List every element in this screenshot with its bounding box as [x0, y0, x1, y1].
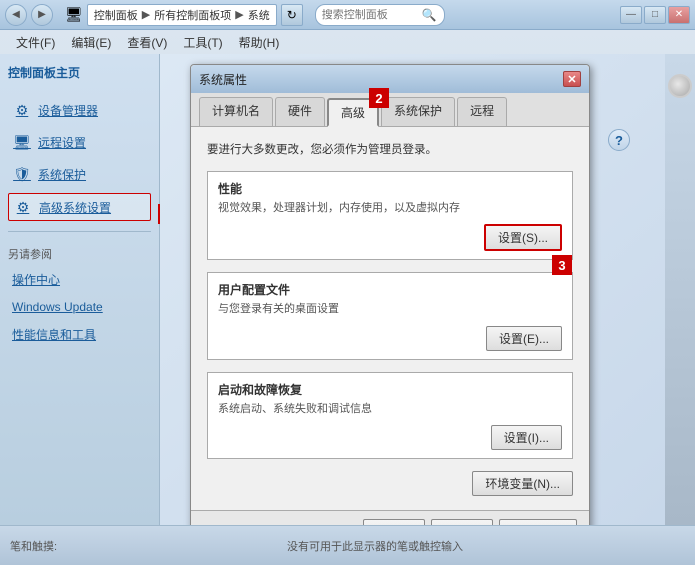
minimize-button[interactable]: —: [620, 6, 642, 24]
performance-desc: 视觉效果，处理器计划，内存使用，以及虚拟内存: [218, 201, 562, 216]
action-center-label: 操作中心: [12, 271, 60, 288]
status-value: 没有可用于此显示器的笔或触控输入: [65, 538, 685, 554]
status-bar: 笔和触摸: 没有可用于此显示器的笔或触控输入: [0, 525, 695, 565]
back-button[interactable]: ◀: [5, 4, 27, 26]
dialog-title-bar: 系统属性 ✕: [191, 65, 589, 93]
sidebar-label-protection: 系统保护: [38, 166, 86, 183]
menu-tools[interactable]: 工具(T): [175, 31, 230, 54]
dialog-tabs: 计算机名 硬件 高级 2 系统保护 远程: [191, 93, 589, 127]
menu-file[interactable]: 文件(F): [8, 31, 63, 54]
maximize-button[interactable]: □: [644, 6, 666, 24]
protection-icon: 🛡: [12, 164, 32, 184]
performance-btn-row: 设置(S)... 3: [218, 224, 562, 251]
close-button[interactable]: ✕: [668, 6, 690, 24]
search-input[interactable]: [322, 9, 422, 21]
menu-bar: 文件(F) 编辑(E) 查看(V) 工具(T) 帮助(H): [0, 30, 695, 54]
menu-view[interactable]: 查看(V): [119, 31, 175, 54]
tab-hardware[interactable]: 硬件: [275, 97, 325, 126]
remote-icon: 🖥: [12, 132, 32, 152]
performance-section: 性能 视觉效果，处理器计划，内存使用，以及虚拟内存 设置(S)... 3: [207, 171, 573, 260]
user-profiles-title: 用户配置文件: [218, 281, 562, 298]
cd-icon: [668, 74, 692, 98]
env-variables-button[interactable]: 环境变量(N)...: [472, 471, 573, 496]
sidebar-label-remote: 远程设置: [38, 134, 86, 151]
content-area: 控制面板主页 ⚙ 设备管理器 🖥 远程设置 🛡 系统保护 ⚙ 高级系统设置 1 …: [0, 54, 695, 525]
annotation-3: 3: [552, 255, 572, 275]
cancel-button[interactable]: 取消: [431, 519, 493, 525]
dialog-footer: 确定 取消 应用(A): [191, 510, 589, 525]
title-bar: ◀ ▶ 🖥 控制面板 ▶ 所有控制面板项 ▶ 系统 ↻ 🔍 — □: [0, 0, 695, 30]
title-bar-left: ◀ ▶ 🖥 控制面板 ▶ 所有控制面板项 ▶ 系统 ↻ 🔍: [5, 4, 445, 26]
path-sep-2: ▶: [235, 8, 243, 21]
tab-advanced[interactable]: 高级 2: [327, 98, 379, 127]
sidebar-item-devices[interactable]: ⚙ 设备管理器: [8, 97, 151, 123]
sidebar-divider: [8, 231, 151, 232]
annotation-2: 2: [369, 88, 389, 108]
sidebar-item-remote[interactable]: 🖥 远程设置: [8, 129, 151, 155]
startup-recovery-settings-button[interactable]: 设置(I)...: [491, 425, 562, 450]
main-window: ◀ ▶ 🖥 控制面板 ▶ 所有控制面板项 ▶ 系统 ↻ 🔍 — □: [0, 0, 695, 565]
path-part-3: 系统: [248, 7, 270, 23]
performance-settings-button[interactable]: 设置(S)...: [484, 224, 562, 251]
main-panel: ? 系统属性 ✕ 计算机名 硬件 高级: [160, 54, 665, 525]
device-manager-icon: ⚙: [12, 100, 32, 120]
search-box[interactable]: 🔍: [315, 4, 445, 26]
menu-help[interactable]: 帮助(H): [231, 31, 288, 54]
system-properties-dialog: 系统属性 ✕ 计算机名 硬件 高级 2 系统保护 远程: [190, 64, 590, 525]
tab-advanced-label: 高级: [341, 106, 365, 120]
path-part-2: 所有控制面板项: [154, 7, 231, 23]
dialog-title: 系统属性: [199, 71, 247, 88]
startup-recovery-desc: 系统启动、系统失败和调试信息: [218, 402, 562, 417]
sidebar-item-protection[interactable]: 🛡 系统保护: [8, 161, 151, 187]
refresh-button[interactable]: ↻: [281, 4, 303, 26]
ok-button[interactable]: 确定: [363, 519, 425, 525]
path-part-1: 控制面板: [94, 7, 138, 23]
status-label: 笔和触摸:: [10, 538, 57, 554]
user-profiles-btn-row: 设置(E)...: [218, 326, 562, 351]
user-profiles-settings-button[interactable]: 设置(E)...: [486, 326, 562, 351]
user-profiles-desc: 与您登录有关的桌面设置: [218, 302, 562, 317]
right-strip: [665, 54, 695, 525]
tab-remote[interactable]: 远程: [457, 97, 507, 126]
sidebar-link-action-center[interactable]: 操作中心: [8, 268, 151, 291]
advanced-icon: ⚙: [13, 197, 33, 217]
dialog-note: 要进行大多数更改，您必须作为管理员登录。: [207, 141, 573, 157]
sidebar: 控制面板主页 ⚙ 设备管理器 🖥 远程设置 🛡 系统保护 ⚙ 高级系统设置 1 …: [0, 54, 160, 525]
path-sep-1: ▶: [142, 8, 150, 21]
sidebar-header: 控制面板主页: [8, 64, 151, 85]
startup-recovery-title: 启动和故障恢复: [218, 381, 562, 398]
sidebar-label-devices: 设备管理器: [38, 102, 98, 119]
dialog-overlay: 系统属性 ✕ 计算机名 硬件 高级 2 系统保护 远程: [160, 54, 665, 525]
dialog-close-button[interactable]: ✕: [563, 71, 581, 87]
performance-label: 性能信息和工具: [12, 326, 96, 343]
tab-computer-name[interactable]: 计算机名: [199, 97, 273, 126]
startup-recovery-btn-row: 设置(I)...: [218, 425, 562, 450]
search-icon: 🔍: [422, 8, 437, 22]
sidebar-label-advanced: 高级系统设置: [39, 199, 111, 216]
sidebar-section-title: 另请参阅: [8, 246, 151, 262]
tab-system-protection[interactable]: 系统保护: [381, 97, 455, 126]
title-controls: — □ ✕: [620, 6, 690, 24]
user-profiles-section: 用户配置文件 与您登录有关的桌面设置 设置(E)...: [207, 272, 573, 359]
windows-update-label: Windows Update: [12, 300, 103, 314]
startup-recovery-section: 启动和故障恢复 系统启动、系统失败和调试信息 设置(I)...: [207, 372, 573, 459]
address-bar: 🖥 控制面板 ▶ 所有控制面板项 ▶ 系统 ↻: [65, 4, 303, 26]
dialog-body: 要进行大多数更改，您必须作为管理员登录。 性能 视觉效果，处理器计划，内存使用，…: [191, 127, 589, 510]
menu-edit[interactable]: 编辑(E): [63, 31, 119, 54]
sidebar-link-performance[interactable]: 性能信息和工具: [8, 323, 151, 346]
sidebar-link-windows-update[interactable]: Windows Update: [8, 297, 151, 317]
address-path[interactable]: 控制面板 ▶ 所有控制面板项 ▶ 系统: [87, 4, 277, 26]
forward-button[interactable]: ▶: [31, 4, 53, 26]
sidebar-item-advanced[interactable]: ⚙ 高级系统设置 1: [8, 193, 151, 221]
performance-title: 性能: [218, 180, 562, 197]
apply-button[interactable]: 应用(A): [499, 519, 577, 525]
